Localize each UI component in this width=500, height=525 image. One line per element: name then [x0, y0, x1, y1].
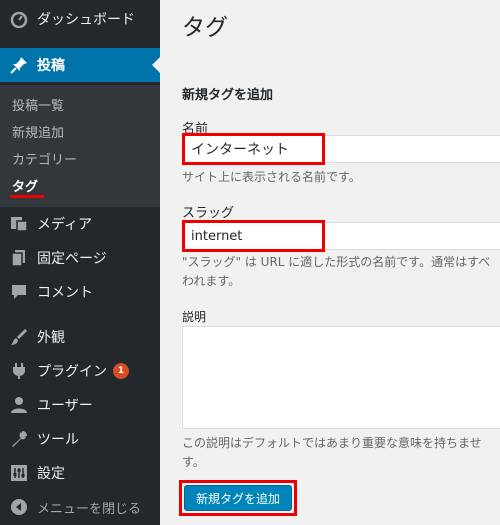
plugin-update-badge: 1 [113, 363, 129, 379]
menu-settings[interactable]: 設定 [0, 456, 160, 490]
menu-pages-label: 固定ページ [37, 251, 107, 267]
slug-label: スラッグ [182, 206, 235, 221]
menu-posts[interactable]: 投稿 [0, 48, 160, 82]
slug-input-highlight [182, 220, 325, 252]
user-icon [9, 395, 29, 415]
menu-appearance-label: 外観 [37, 330, 65, 346]
submenu-tags[interactable]: タグ [12, 176, 38, 195]
menu-comments-label: コメント [37, 285, 93, 301]
menu-users-label: ユーザー [37, 398, 93, 414]
menu-posts-label: 投稿 [37, 58, 65, 74]
menu-pages[interactable]: 固定ページ [0, 241, 160, 275]
active-arrow [152, 57, 160, 73]
posts-submenu: 投稿一覧 新規追加 カテゴリー タグ [0, 85, 160, 207]
submenu-categories[interactable]: カテゴリー [12, 149, 77, 168]
admin-sidebar: ダッシュボード 投稿 投稿一覧 新規追加 カテゴリー タグ メディア 固定ページ… [0, 0, 160, 525]
menu-dashboard[interactable]: ダッシュボード [0, 2, 160, 36]
menu-plugins[interactable]: プラグイン 1 [0, 354, 160, 388]
menu-media-label: メディア [37, 217, 93, 233]
add-tag-section-title: 新規タグを追加 [182, 88, 274, 103]
menu-tools-label: ツール [37, 432, 79, 448]
description-help-line2: す。 [182, 455, 205, 469]
description-label: 説明 [182, 310, 207, 324]
collapse-arrow-icon [9, 497, 29, 517]
plugin-icon [9, 361, 29, 381]
slug-description-line2: われます。 [182, 274, 241, 288]
menu-dashboard-label: ダッシュボード [37, 12, 135, 28]
pin-icon [9, 55, 29, 75]
menu-plugins-label: プラグイン [37, 364, 107, 380]
name-description: サイト上に表示される名前です。 [182, 170, 361, 184]
collapse-menu-button[interactable]: メニューを閉じる [0, 490, 160, 524]
menu-appearance[interactable]: 外観 [0, 320, 160, 354]
add-new-tag-button[interactable]: 新規タグを追加 [184, 485, 292, 511]
submenu-add-new[interactable]: 新規追加 [12, 122, 64, 141]
pages-icon [9, 248, 29, 268]
menu-users[interactable]: ユーザー [0, 388, 160, 422]
description-help-line1: この説明はデフォルトではあまり重要な意味を持ちませ [182, 436, 482, 450]
tags-highlight-underline [10, 195, 44, 198]
settings-icon [9, 463, 29, 483]
menu-comments[interactable]: コメント [0, 275, 160, 309]
dashboard-icon [9, 9, 29, 29]
submenu-all-posts[interactable]: 投稿一覧 [12, 95, 64, 114]
menu-settings-label: 設定 [37, 466, 65, 482]
name-input-highlight [182, 133, 325, 165]
menu-media[interactable]: メディア [0, 207, 160, 241]
wrench-icon [9, 429, 29, 449]
comment-icon [9, 282, 29, 302]
menu-tools[interactable]: ツール [0, 422, 160, 456]
collapse-menu-label: メニューを閉じる [37, 501, 142, 517]
tag-description-textarea[interactable] [182, 326, 500, 429]
page-title: タグ [182, 15, 228, 41]
slug-description-line1: "スラッグ" は URL に適した形式の名前です。通常はすべ [182, 255, 491, 269]
media-icon [9, 214, 29, 234]
main-content: タグ 新規タグを追加 名前 インターネット サイト上に表示される名前です。 スラ… [160, 0, 500, 525]
brush-icon [9, 327, 29, 347]
